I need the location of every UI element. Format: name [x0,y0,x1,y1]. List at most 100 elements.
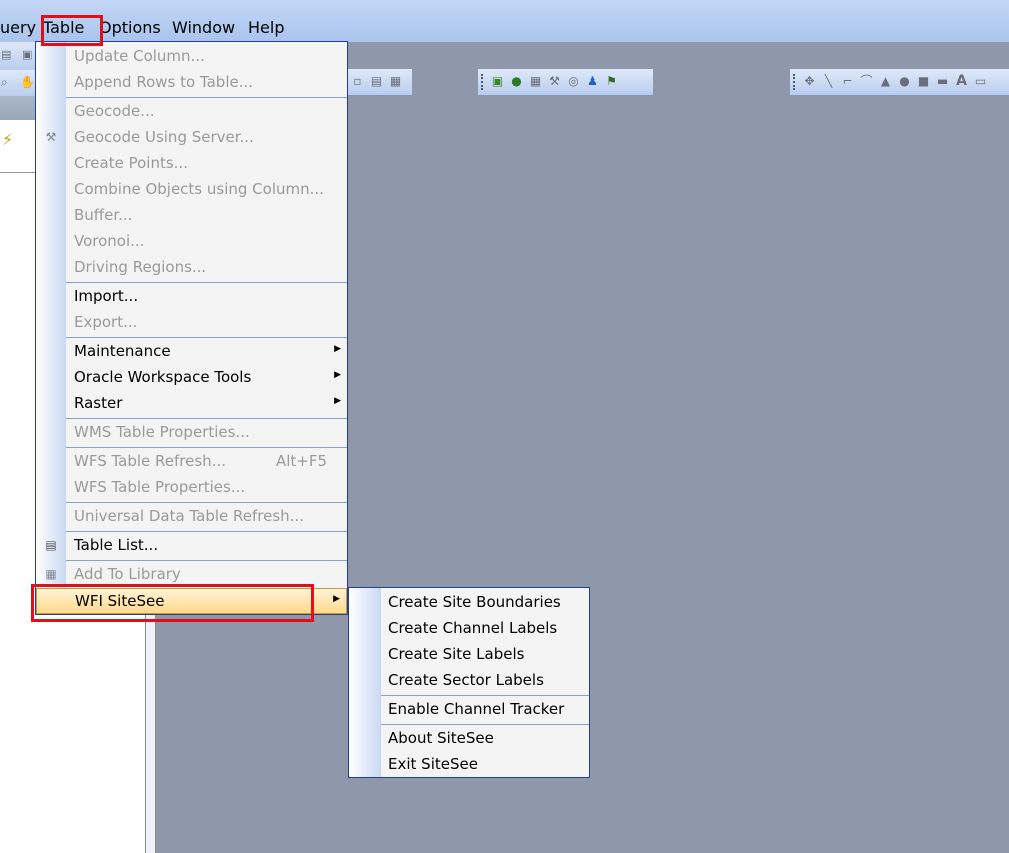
menu-item-label: Create Points... [74,154,188,172]
list-icon[interactable]: ▤ [369,74,384,89]
menu-item-import[interactable]: Import... [36,284,347,310]
toolbar-tools: ▣ ● ▦ ⚒ ◎ ♟ ⚑ [478,69,653,96]
toolbar-drawing: ✥ ╲ ⌐ ⌒ ▲ ● ■ ▬ A ▭ [790,69,1009,96]
zoom-icon[interactable]: ⌕ [1,75,8,90]
layout-icon[interactable]: ▦ [388,74,403,89]
menu-item-maintenance[interactable]: Maintenance ▶ [36,339,347,365]
hand-icon[interactable]: ✋ [20,75,35,89]
rounded-rect-icon[interactable]: ▬ [935,74,950,89]
menu-item-geocode[interactable]: Geocode... [36,99,347,125]
menu-item-label: Universal Data Table Refresh... [74,507,304,525]
menu-item-oracle-workspace[interactable]: Oracle Workspace Tools ▶ [36,365,347,391]
target-icon[interactable]: ◎ [566,74,581,89]
menu-item-label: Table List... [74,536,159,554]
submenu-arrow-icon: ▶ [334,396,341,406]
polygon-icon[interactable]: ▲ [878,74,893,89]
map-window-icon[interactable]: ▣ [490,74,505,89]
menu-item-geocode-server[interactable]: ⚒ Geocode Using Server... [36,125,347,151]
rectangle-icon[interactable]: ■ [916,74,931,89]
menu-item-create-channel-labels[interactable]: Create Channel Labels [349,616,589,642]
menu-item-create-points[interactable]: Create Points... [36,151,347,177]
menu-item-buffer[interactable]: Buffer... [36,203,347,229]
menu-options[interactable]: Options [99,18,161,37]
menu-separator [381,724,589,725]
menu-item-universal-refresh[interactable]: Universal Data Table Refresh... [36,504,347,530]
menu-item-label: Maintenance [74,342,171,360]
menu-item-combine-objects[interactable]: Combine Objects using Column... [36,177,347,203]
menu-item-wms-properties[interactable]: WMS Table Properties... [36,420,347,446]
menu-item-label: Import... [74,287,139,305]
menu-item-label: Buffer... [74,206,133,224]
polyline-icon[interactable]: ⌐ [840,74,855,89]
table-list-icon: ▤ [45,538,57,552]
arc-icon[interactable]: ⌒ [859,74,874,89]
geocode-icon[interactable]: ⚒ [547,74,562,89]
menu-separator [66,282,347,283]
text-icon[interactable]: A [954,74,969,89]
menu-item-label: Exit SiteSee [388,755,478,773]
submenu-arrow-icon: ▶ [334,370,341,380]
chart-icon[interactable]: ▦ [528,74,543,89]
layer-control-icon[interactable]: ⚡ [2,130,24,156]
menu-item-label: Export... [74,313,138,331]
menu-item-label: Append Rows to Table... [74,73,254,91]
menu-item-label: Update Column... [74,47,205,65]
highlight-box-wfi-sitesee [31,584,314,622]
menu-item-export[interactable]: Export... [36,310,347,336]
menubar: uery Table Options Window Help [0,0,1009,42]
toolbar-icon[interactable]: ▣ [22,48,32,61]
library-icon: ▦ [45,567,57,581]
menu-item-create-site-boundaries[interactable]: Create Site Boundaries [349,590,589,616]
table-menu: Update Column... Append Rows to Table...… [35,41,348,615]
menu-separator [66,418,347,419]
toolbar-standard: ▫ ▤ ▦ [348,69,412,96]
highlight-box-table-menu [41,15,103,46]
menu-separator [66,97,347,98]
line-icon[interactable]: ╲ [821,74,836,89]
toolbar-icon[interactable]: ▤ [1,48,11,61]
menu-item-label: WFS Table Properties... [74,478,246,496]
menu-item-label: Enable Channel Tracker [388,700,565,718]
menu-item-update-column[interactable]: Update Column... [36,44,347,70]
frame-icon[interactable]: ▭ [973,74,988,89]
menu-item-voronoi[interactable]: Voronoi... [36,229,347,255]
symbol-icon[interactable]: ✥ [802,74,817,89]
menu-item-label: Geocode... [74,102,155,120]
menu-item-create-sector-labels[interactable]: Create Sector Labels [349,668,589,694]
toolbar-row-left: ▤ ▣ [0,42,35,70]
world-user-icon[interactable]: ♟ [585,74,600,89]
globe-icon[interactable]: ● [509,74,524,89]
menu-item-label: Add To Library [74,565,181,583]
ellipse-icon[interactable]: ● [897,74,912,89]
menu-item-wfs-properties[interactable]: WFS Table Properties... [36,475,347,501]
menu-item-label: WFS Table Refresh... [74,452,226,470]
submenu-arrow-icon: ▶ [333,594,340,604]
menu-item-exit-sitesee[interactable]: Exit SiteSee [349,752,589,778]
shortcut-label: Alt+F5 [275,452,327,470]
menu-query[interactable]: uery [0,18,36,37]
menu-item-label: Create Sector Labels [388,671,544,689]
menu-item-wfs-refresh[interactable]: WFS Table Refresh... Alt+F5 [36,449,347,475]
menu-item-label: About SiteSee [388,729,494,747]
menu-item-append-rows[interactable]: Append Rows to Table... [36,70,347,96]
sitesee-submenu: Create Site Boundaries Create Channel La… [348,587,590,778]
menu-item-label: Create Site Labels [388,645,525,663]
menu-item-create-site-labels[interactable]: Create Site Labels [349,642,589,668]
menu-item-label: Create Channel Labels [388,619,558,637]
toolbar-icon[interactable]: ▫ [350,74,365,89]
menu-item-label: Voronoi... [74,232,145,250]
menu-window[interactable]: Window [172,18,235,37]
menu-item-enable-channel-tracker[interactable]: Enable Channel Tracker [349,697,589,723]
menu-item-label: Combine Objects using Column... [74,180,324,198]
menu-item-about-sitesee[interactable]: About SiteSee [349,726,589,752]
menu-help[interactable]: Help [248,18,284,37]
menu-separator [66,531,347,532]
toolbar-grip[interactable] [481,74,486,90]
menu-item-driving-regions[interactable]: Driving Regions... [36,255,347,281]
menu-separator [66,502,347,503]
menu-separator [66,337,347,338]
toolbar-grip[interactable] [793,74,798,90]
menu-item-raster[interactable]: Raster ▶ [36,391,347,417]
info-tool-icon[interactable]: ⚑ [604,74,619,89]
menu-item-table-list[interactable]: ▤ Table List... [36,533,347,559]
